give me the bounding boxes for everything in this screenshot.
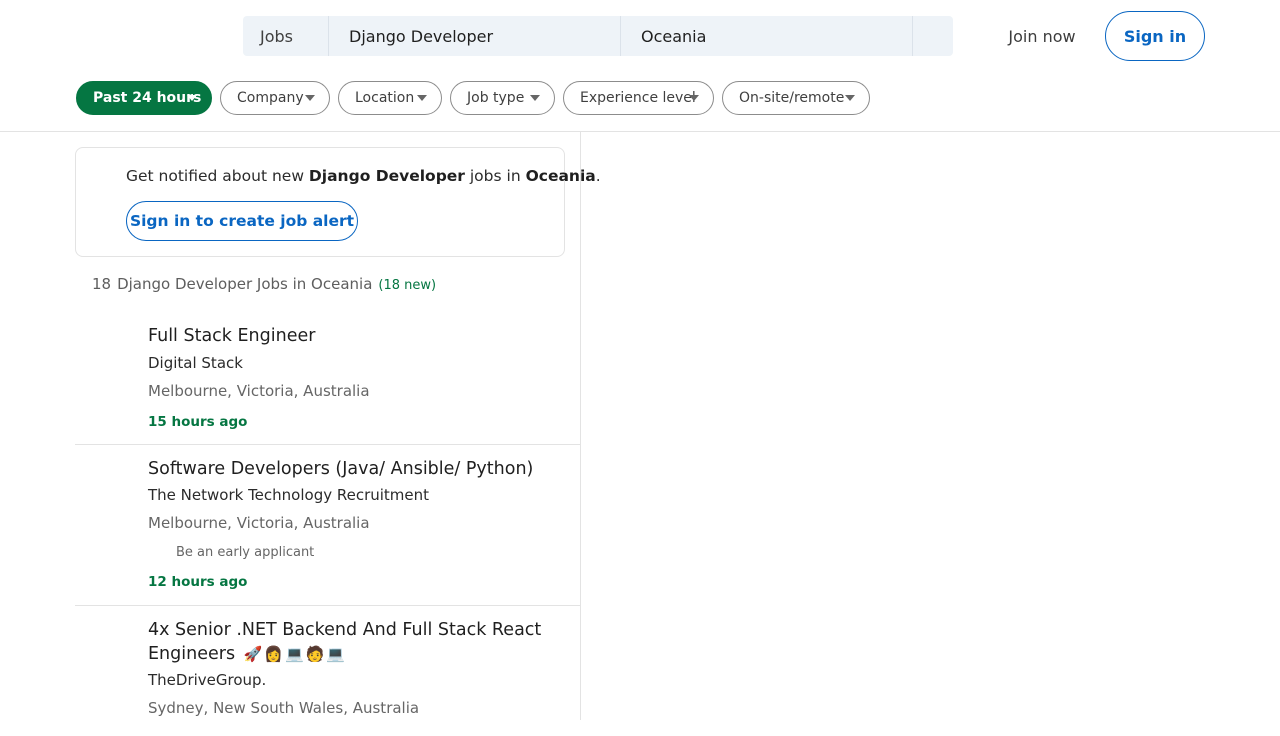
filter-job-type[interactable]: Job type (450, 81, 555, 115)
filter-label: Job type (467, 90, 525, 106)
job-card[interactable]: Full Stack Engineer Digital Stack Melbou… (75, 314, 580, 445)
early-applicant-badge: Be an early applicant (176, 545, 315, 560)
job-company[interactable]: Digital Stack (148, 354, 243, 372)
filter-label: Location (355, 90, 415, 106)
job-location: Melbourne, Victoria, Australia (148, 382, 370, 400)
alert-prefix: Get notified about new (126, 167, 309, 185)
join-now-link[interactable]: Join now (996, 16, 1088, 56)
filter-bar: Past 24 hours Company Location Job type … (0, 72, 1280, 132)
filter-on-site-remote[interactable]: On-site/remote (722, 81, 870, 115)
create-job-alert-button[interactable]: Sign in to create job alert (126, 201, 358, 241)
job-card[interactable]: Software Developers (Java/ Ansible/ Pyth… (75, 445, 580, 606)
filter-company[interactable]: Company (220, 81, 330, 115)
alert-suffix: . (595, 167, 601, 185)
filter-experience-level[interactable]: Experience level (563, 81, 714, 115)
top-header: Jobs Django Developer Oceania Join now S… (0, 0, 1280, 72)
chevron-down-icon (689, 95, 699, 101)
filter-label: Company (237, 90, 304, 106)
job-title[interactable]: Full Stack Engineer (148, 324, 568, 348)
chevron-down-icon (417, 95, 427, 101)
job-card[interactable]: 4x Senior .NET Backend And Full Stack Re… (75, 606, 580, 736)
results-column: Get notified about new Django Developer … (75, 132, 601, 720)
results-count-label: Django Developer Jobs in Oceania (117, 275, 373, 293)
alert-keyword: Django Developer (308, 167, 465, 185)
chevron-down-icon (187, 95, 197, 101)
keywords-input[interactable]: Django Developer (329, 16, 621, 56)
job-posted-time: 12 hours ago (148, 574, 248, 590)
filter-label: On-site/remote (739, 90, 845, 106)
job-location: Sydney, New South Wales, Australia (148, 699, 420, 717)
filter-past-24-hours[interactable]: Past 24 hours (76, 81, 212, 115)
job-alert-card: Get notified about new Django Developer … (75, 147, 601, 257)
job-location: Melbourne, Victoria, Australia (148, 514, 370, 532)
chevron-down-icon (845, 95, 855, 101)
location-input[interactable]: Oceania (621, 16, 913, 56)
jobs-tab-label[interactable]: Jobs (243, 16, 329, 56)
chevron-down-icon (530, 95, 540, 101)
alert-middle: jobs in (464, 167, 526, 185)
sign-in-button[interactable]: Sign in (1105, 11, 1205, 61)
job-company[interactable]: The Network Technology Recruitment (148, 486, 429, 504)
title-emoji: 🚀👩💻🧑💻 (243, 645, 348, 663)
new-results-badge: (18 new) (378, 278, 437, 293)
results-count-number: 18 (92, 275, 112, 293)
search-bar: Jobs Django Developer Oceania (243, 16, 953, 56)
filter-label: Past 24 hours (93, 90, 202, 106)
job-title[interactable]: 4x Senior .NET Backend And Full Stack Re… (148, 618, 568, 666)
results-count: 18 Django Developer Jobs in Oceania (18 ne… (92, 275, 436, 293)
job-company[interactable]: TheDriveGroup. (148, 671, 266, 689)
alert-location: Oceania (525, 167, 596, 185)
job-posted-time: 15 hours ago (148, 414, 248, 430)
job-title[interactable]: Software Developers (Java/ Ansible/ Pyth… (148, 457, 568, 481)
chevron-down-icon (305, 95, 315, 101)
filter-label: Experience level (580, 90, 696, 106)
job-alert-text: Get notified about new Django Developer … (126, 167, 601, 185)
search-submit-button[interactable] (913, 16, 953, 56)
filter-location[interactable]: Location (338, 81, 442, 115)
